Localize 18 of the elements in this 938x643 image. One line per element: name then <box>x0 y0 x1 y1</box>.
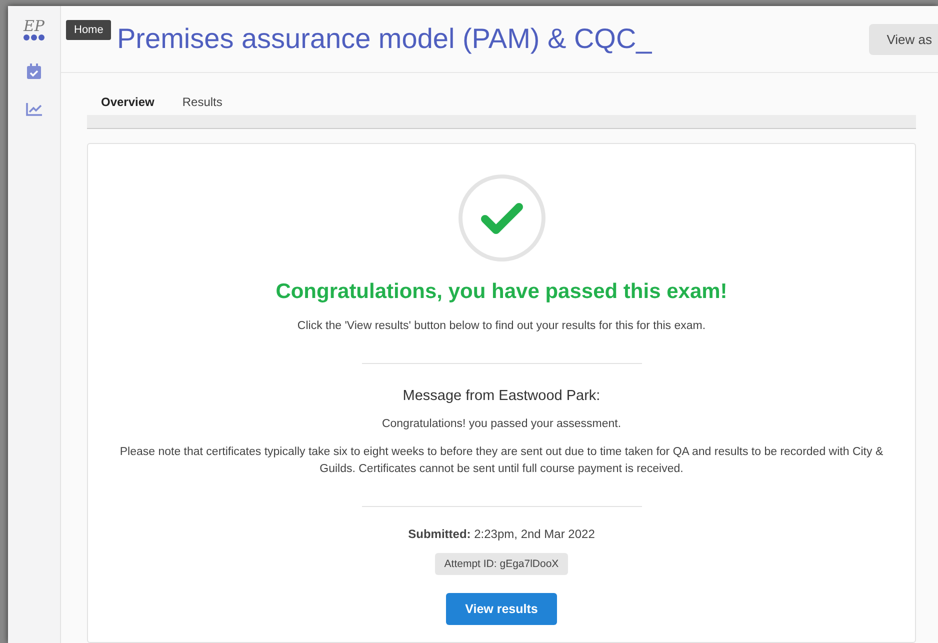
page-title: Premises assurance model (PAM) & CQC_ <box>117 23 652 55</box>
instruction-text: Click the 'View results' button below to find out your results for this for this exam. <box>296 319 707 334</box>
submitted-text: Submitted: 2:23pm, 2nd Mar 2022 <box>408 527 595 541</box>
horizontal-scrollbar[interactable] <box>87 115 916 129</box>
message-title: Message from Eastwood Park: <box>402 388 600 404</box>
attempt-id-tag: Attempt ID: gEga7lDooX <box>435 553 568 575</box>
line-chart-icon[interactable] <box>26 102 42 116</box>
tab[interactable]: Results <box>182 95 222 109</box>
home-tooltip: Home <box>66 20 112 40</box>
view-as-button[interactable]: View as <box>868 24 938 54</box>
message-text: Please note that certificates typically take six to eight weeks to before they are sent out due to time taken for QA and results to be recorded with City & Guilds. Certificates cannot be sent until full course payment is received. <box>118 444 884 477</box>
view-results-button[interactable]: View results <box>446 593 557 625</box>
message-text: Congratulations! you passed your assessment. <box>380 417 622 432</box>
dots-icon <box>23 34 45 41</box>
calendar-check-icon[interactable] <box>26 63 42 80</box>
logo-text[interactable]: EP <box>23 18 45 34</box>
pass-heading: Congratulations, you have passed this exam! <box>276 280 728 304</box>
tab[interactable]: Overview <box>101 95 154 109</box>
